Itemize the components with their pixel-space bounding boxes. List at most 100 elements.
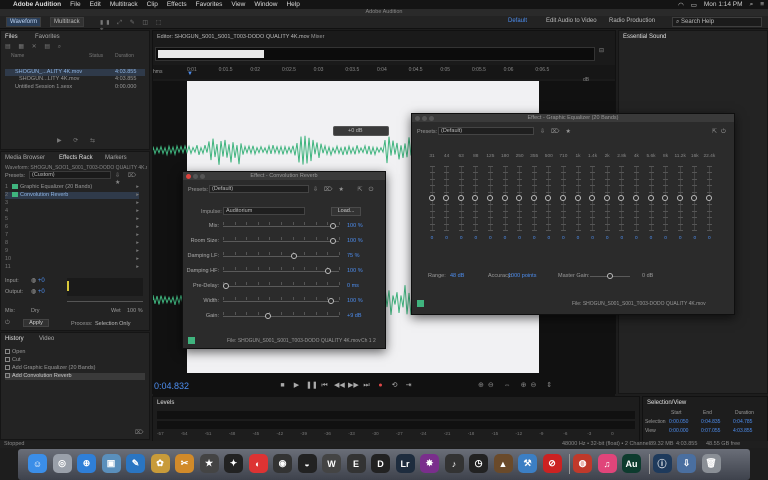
file-row[interactable]: SHOGUN...LITY 4K.mov 4:03.855 xyxy=(5,76,145,83)
audition-icon[interactable]: Au xyxy=(622,454,641,473)
history-item[interactable]: Add Graphic Equalizer (20 Bands) xyxy=(5,365,145,372)
slot-arrow-icon[interactable]: ▸ xyxy=(136,232,139,239)
epub-icon[interactable]: E xyxy=(346,454,366,473)
process-select[interactable]: Selection Only xyxy=(95,321,130,327)
view-duration[interactable]: 4:03.855 xyxy=(733,428,752,434)
block-icon[interactable]: ⊘ xyxy=(542,454,562,473)
eq-band-slider[interactable] xyxy=(443,166,450,231)
overview-bar[interactable] xyxy=(155,47,595,61)
eq-band-value[interactable]: 0 xyxy=(616,236,628,241)
eq-band-knob[interactable] xyxy=(457,195,464,201)
dreamweaver-icon[interactable]: D xyxy=(371,454,390,473)
param-value[interactable]: 100 % xyxy=(347,238,363,244)
transport-button[interactable]: ⟲ xyxy=(390,381,399,390)
effect-slot[interactable]: 6 ▸ xyxy=(5,224,139,231)
files-footer-icons[interactable]: ▶ ⟳ ⇆ xyxy=(57,137,100,144)
wordpress-icon[interactable]: W xyxy=(322,454,341,473)
downloads-icon[interactable]: ⇩ xyxy=(677,454,696,473)
master-gain-slider[interactable] xyxy=(590,273,630,279)
menu-window[interactable]: Window xyxy=(254,1,277,8)
eq-band-slider[interactable] xyxy=(428,166,435,231)
eq-band-knob[interactable] xyxy=(516,195,523,201)
param-knob[interactable] xyxy=(327,298,334,304)
selection-duration[interactable]: 0:04.785 xyxy=(733,419,752,425)
menu-file[interactable]: File xyxy=(70,1,80,8)
clock-icon[interactable]: ◷ xyxy=(469,454,488,473)
notification-icon[interactable]: ≡ xyxy=(760,1,764,8)
master-gain-knob[interactable] xyxy=(607,273,613,279)
menu-view[interactable]: View xyxy=(231,1,245,8)
param-value[interactable]: 100 % xyxy=(347,268,363,274)
menu-edit[interactable]: Edit xyxy=(90,1,101,8)
mixer-tab[interactable]: Mixer xyxy=(311,34,324,40)
eq-band-value[interactable]: 0 xyxy=(703,236,715,241)
eq-band-value[interactable]: 0 xyxy=(543,236,555,241)
tab-selection-view[interactable]: Selection/View xyxy=(647,400,686,406)
eq-band-slider[interactable] xyxy=(501,166,508,231)
eq-band-slider[interactable] xyxy=(691,166,698,231)
editor-tab[interactable]: Editor: SHOGUN_S001_S001_T003-DODO QUALI… xyxy=(157,34,309,40)
tab-markers[interactable]: Markers xyxy=(105,155,127,161)
view-start[interactable]: 0:00.000 xyxy=(669,428,688,434)
eq-band-slider[interactable] xyxy=(516,166,523,231)
preview-icon[interactable]: ▣ xyxy=(101,454,121,473)
param-slider[interactable] xyxy=(223,237,340,244)
menu-clip[interactable]: Clip xyxy=(147,1,158,8)
eq-band-value[interactable]: 0 xyxy=(557,236,569,241)
effect-slot[interactable]: 5 ▸ xyxy=(5,216,139,223)
history-item[interactable]: Cut xyxy=(5,357,145,364)
param-slider[interactable] xyxy=(223,312,340,319)
eq-band-knob[interactable] xyxy=(574,195,581,201)
param-knob[interactable] xyxy=(223,283,229,289)
accuracy-value[interactable]: 1000 points xyxy=(508,273,536,279)
param-knob[interactable] xyxy=(325,268,332,274)
geq-power-icon[interactable] xyxy=(417,300,424,307)
param-knob[interactable] xyxy=(329,238,336,244)
param-knob[interactable] xyxy=(264,313,271,319)
eq-band-value[interactable]: 0 xyxy=(689,236,701,241)
eq-band-slider[interactable] xyxy=(559,166,566,231)
itunes-icon[interactable]: ♫ xyxy=(597,454,617,473)
hud-volume[interactable]: +0 dB xyxy=(333,126,389,136)
workspace-radio[interactable]: Radio Production xyxy=(606,17,658,27)
resolve-icon[interactable]: ◉ xyxy=(273,454,292,473)
eq-band-knob[interactable] xyxy=(472,195,479,201)
geq-preset-icons[interactable]: ⇩⌦★ xyxy=(540,128,577,135)
slot-arrow-icon[interactable]: ▸ xyxy=(136,200,139,207)
lightroom-icon[interactable]: Lr xyxy=(395,454,415,473)
selection-end[interactable]: 0:04.835 xyxy=(701,419,720,425)
slot-arrow-icon[interactable]: ▸ xyxy=(136,192,139,199)
slot-arrow-icon[interactable]: ▸ xyxy=(136,184,139,191)
xcode-icon[interactable]: ⚒ xyxy=(518,454,537,473)
zoom-button[interactable] xyxy=(429,115,434,121)
close-button[interactable] xyxy=(186,173,191,179)
eq-band-value[interactable]: 0 xyxy=(426,236,438,241)
eq-band-knob[interactable] xyxy=(705,195,712,201)
eq-band-slider[interactable] xyxy=(603,166,610,231)
menu-effects[interactable]: Effects xyxy=(167,1,187,8)
menu-favorites[interactable]: Favorites xyxy=(196,1,223,8)
eq-band-slider[interactable] xyxy=(662,166,669,231)
slot-arrow-icon[interactable]: ▸ xyxy=(136,208,139,215)
reverb-presets-select[interactable]: (Default) xyxy=(209,185,309,193)
tab-files[interactable]: Files xyxy=(5,34,18,40)
param-value[interactable]: +9 dB xyxy=(347,313,362,319)
eq-band-slider[interactable] xyxy=(647,166,654,231)
tab-effects-rack[interactable]: Effects Rack xyxy=(59,155,93,161)
effect-slot[interactable]: 7 ▸ xyxy=(5,232,139,239)
eq-band-slider[interactable] xyxy=(676,166,683,231)
history-trash-icon[interactable]: ⌦ xyxy=(135,429,143,436)
effect-slot[interactable]: 11 ▸ xyxy=(5,264,139,271)
close-button[interactable] xyxy=(415,115,420,121)
eq-band-knob[interactable] xyxy=(530,195,537,201)
playhead-marker[interactable]: ▼ xyxy=(187,71,193,78)
finalcut-icon[interactable]: ✦ xyxy=(224,454,243,473)
piano-icon[interactable]: ♪ xyxy=(444,454,464,473)
eq-band-slider[interactable] xyxy=(618,166,625,231)
param-value[interactable]: 75 % xyxy=(347,253,360,259)
param-slider[interactable] xyxy=(223,282,340,289)
eq-band-value[interactable]: 0 xyxy=(660,236,672,241)
search-help-input[interactable]: ⌕ Search Help xyxy=(672,17,762,27)
slot-power-icon[interactable] xyxy=(12,184,18,190)
eq-band-knob[interactable] xyxy=(443,195,450,201)
